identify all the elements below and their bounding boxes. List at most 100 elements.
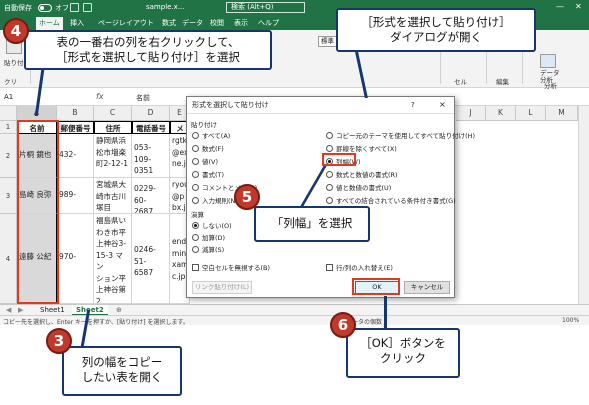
data-analysis-icon[interactable] xyxy=(540,54,556,68)
option-merge-conditional-formats[interactable]: すべての結合されている条件付き書式(G) xyxy=(326,196,456,206)
vertical-scrollbar[interactable] xyxy=(578,106,589,304)
cancel-button[interactable]: キャンセル xyxy=(404,281,450,294)
paste-group-label: 貼り付け xyxy=(191,121,217,129)
radio-icon xyxy=(192,171,199,178)
badge-step4: 4 xyxy=(3,18,29,44)
option-formats[interactable]: 書式(T) xyxy=(192,170,224,180)
row-header-2[interactable]: 2 xyxy=(0,134,17,178)
tab-view[interactable]: 表示 xyxy=(234,18,248,28)
cell-group-label: セル xyxy=(454,78,467,86)
radio-icon xyxy=(326,132,333,139)
minimize-icon[interactable]: — xyxy=(556,2,564,11)
option-formulas-number-formats[interactable]: 数式と数値の書式(R) xyxy=(326,170,398,180)
tab-help[interactable]: ヘルプ xyxy=(258,18,279,28)
option-formulas[interactable]: 数式(F) xyxy=(192,144,224,154)
column-header-j[interactable]: J xyxy=(456,106,486,121)
column-a-highlight xyxy=(17,120,59,304)
option-all[interactable]: すべて(A) xyxy=(192,131,230,141)
autosave-toggle[interactable] xyxy=(38,4,52,12)
tab-page-layout[interactable]: ページレイアウト xyxy=(98,18,154,28)
radio-icon xyxy=(326,184,333,191)
option-op-add[interactable]: 加算(D) xyxy=(192,233,225,243)
analysis-group-label: 分析 xyxy=(544,82,557,90)
column-header-d[interactable]: D xyxy=(132,106,170,121)
radio-icon xyxy=(192,197,199,204)
search-box[interactable]: 検索 (Alt+Q) xyxy=(226,2,305,13)
tab-formulas[interactable]: 数式 xyxy=(162,18,176,28)
radio-icon xyxy=(192,132,199,139)
option-op-none[interactable]: しない(O) xyxy=(192,221,232,231)
badge-step3: 3 xyxy=(46,328,72,354)
paste-special-dialog: 形式を選択して貼り付け ? × 貼り付け すべて(A) 数式(F) 値(V) 書… xyxy=(186,96,475,298)
table-cell[interactable]: 432-8062 xyxy=(57,134,94,178)
radio-icon xyxy=(192,246,199,253)
table-cell[interactable]: 0229-60- 2687 xyxy=(132,178,170,214)
option-all-theme[interactable]: コピー元のテーマを使用してすべて貼り付け(H) xyxy=(326,131,475,141)
save-icon[interactable] xyxy=(70,3,79,12)
tab-insert[interactable]: 挿入 xyxy=(70,18,84,28)
edit-group-label: 編集 xyxy=(496,78,509,86)
row-header-3[interactable]: 3 xyxy=(0,178,17,214)
column-header-m[interactable]: M xyxy=(546,106,578,121)
help-icon[interactable]: ? xyxy=(411,101,415,109)
option-values[interactable]: 値(V) xyxy=(192,157,218,167)
badge-step6: 6 xyxy=(330,312,356,338)
column-header-b[interactable]: B xyxy=(57,106,94,121)
formula-input[interactable]: 名前 xyxy=(136,93,150,103)
radio-icon xyxy=(192,234,199,241)
table-cell[interactable]: 053-109- 0351 xyxy=(132,134,170,178)
transpose-checkbox[interactable]: 行/列の入れ替え(E) xyxy=(326,263,393,273)
tab-data[interactable]: データ xyxy=(182,18,203,28)
column-header-k[interactable]: K xyxy=(486,106,516,121)
table-cell[interactable]: 970-8028 xyxy=(57,214,94,304)
radio-icon xyxy=(192,145,199,152)
autosave-state: オフ xyxy=(55,4,69,12)
ok-button-highlight xyxy=(352,278,400,295)
option-values-number-formats[interactable]: 値と数値の書式(U) xyxy=(326,183,391,193)
file-name: sample.x... xyxy=(146,3,185,11)
callout-step5: 「列幅」を選択 xyxy=(254,206,370,242)
zoom-level[interactable]: 100% xyxy=(562,317,579,324)
close-window-icon[interactable]: ✕ xyxy=(575,2,582,11)
tab-review[interactable]: 校閲 xyxy=(210,18,224,28)
radio-icon xyxy=(192,184,199,191)
skip-blanks-checkbox[interactable]: 空白セルを無視する(B) xyxy=(192,263,270,273)
checkbox-icon xyxy=(326,264,333,271)
callout-dialog-opens: ［形式を選択して貼り付け］ ダイアログが開く xyxy=(336,8,536,52)
radio-selected-icon xyxy=(192,222,199,229)
tab-home[interactable]: ホーム xyxy=(36,17,63,30)
header-cell-address[interactable]: 住所 xyxy=(94,121,132,134)
radio-icon xyxy=(326,171,333,178)
column-widths-highlight xyxy=(322,153,356,166)
table-cell[interactable]: 0246-51- 6587 xyxy=(132,214,170,304)
row-header-4[interactable]: 4 xyxy=(0,214,17,304)
header-cell-phone[interactable]: 電話番号 xyxy=(132,121,170,134)
table-cell[interactable]: 静岡県浜 松市増楽 町2-12-1 xyxy=(94,134,132,178)
select-all-corner[interactable] xyxy=(0,106,17,121)
radio-icon xyxy=(192,158,199,165)
table-cell[interactable]: 宮城県大 崎市古川 塚目1124 xyxy=(94,178,132,214)
row-header-1[interactable]: 1 xyxy=(0,121,17,134)
clipboard-group-label: クリ xyxy=(4,78,17,86)
paste-label: 貼り付 xyxy=(4,59,24,67)
autosave-label: 自動保存 xyxy=(4,4,32,12)
paste-link-button[interactable]: リンク貼り付け(L) xyxy=(192,281,252,294)
table-cell[interactable]: 福島県い わき市平 上神谷3- 15-3 マン ション平 上神谷第2 135 xyxy=(94,214,132,304)
option-validation[interactable]: 入力規則(N) xyxy=(192,196,238,206)
badge-step5: 5 xyxy=(234,184,260,210)
fx-icon: fx xyxy=(96,92,104,101)
radio-icon xyxy=(326,197,333,204)
header-cell-zip[interactable]: 郵便番号 xyxy=(57,121,94,134)
name-box[interactable]: A1 xyxy=(4,93,13,101)
radio-icon xyxy=(326,145,333,152)
callout-pointer xyxy=(384,296,387,328)
callout-step3: 列の幅をコピー したい表を開く xyxy=(62,346,182,396)
table-cell[interactable]: 989-6225 xyxy=(57,178,94,214)
callout-step4: 表の一番右の列を右クリックして、 ［形式を選択して貼り付け］を選択 xyxy=(24,30,272,70)
column-header-c[interactable]: C xyxy=(94,106,132,121)
callout-step6: ［OK］ボタンを クリック xyxy=(346,328,460,378)
close-icon[interactable]: × xyxy=(439,100,446,109)
option-op-subtract[interactable]: 減算(S) xyxy=(192,245,224,255)
column-header-l[interactable]: L xyxy=(516,106,546,121)
undo-icon[interactable] xyxy=(83,3,92,12)
